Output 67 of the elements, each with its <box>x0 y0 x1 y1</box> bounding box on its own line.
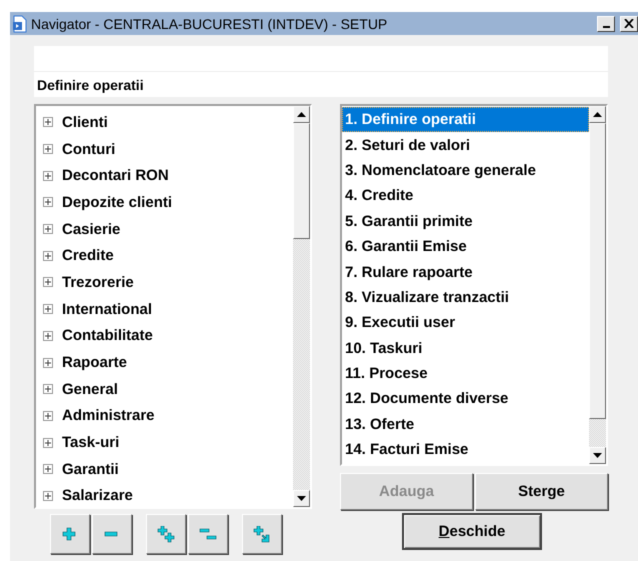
operation-item[interactable]: 6. Garantii Emise <box>342 234 589 260</box>
operation-item[interactable]: 3. Nomenclatoare generale <box>342 158 589 184</box>
tree-item[interactable]: Clienti <box>62 114 108 131</box>
operation-item[interactable]: 4. Credite <box>342 183 589 209</box>
tree-tool-button[interactable] <box>50 514 90 554</box>
expand-icon[interactable] <box>43 250 53 261</box>
operation-item[interactable]: 11. Procese <box>342 360 589 386</box>
operation-item[interactable]: 14. Facturi Emise <box>342 437 589 462</box>
tree-item[interactable]: Depozite clienti <box>62 194 172 211</box>
expand-icon[interactable] <box>43 197 53 208</box>
expand-icon[interactable] <box>43 304 53 314</box>
tree-item[interactable]: Credite <box>62 247 114 264</box>
minimize-icon <box>602 26 610 28</box>
operation-item[interactable]: 1. Definire operatii <box>342 107 589 132</box>
tree-item[interactable]: Trezorerie <box>62 274 134 291</box>
tree-item[interactable]: General <box>62 380 118 398</box>
expand-icon[interactable] <box>43 330 53 341</box>
tree-tool-button[interactable] <box>242 514 282 554</box>
operation-item[interactable]: 7. Rulare rapoarte <box>342 259 589 285</box>
minimize-button[interactable] <box>597 16 615 32</box>
tree-item[interactable]: Salarizare <box>62 487 133 504</box>
expand-icon[interactable] <box>43 170 53 181</box>
plus-arrow-icon <box>253 526 271 542</box>
tree-item[interactable]: Administrare <box>62 407 155 424</box>
close-button[interactable] <box>620 16 638 32</box>
tree-item[interactable]: International <box>62 300 152 318</box>
expand-icon[interactable] <box>43 144 53 154</box>
expand-icon[interactable] <box>43 438 53 448</box>
operation-item[interactable]: 5. Garantii primite <box>342 208 589 234</box>
tree-item[interactable]: Garantii <box>62 460 119 478</box>
open-button[interactable]: Deschide <box>402 513 542 550</box>
section-title: Definire operatii <box>34 72 608 97</box>
operation-item[interactable]: 9. Executii user <box>342 310 589 336</box>
tree-item[interactable]: Decontari RON <box>62 167 169 184</box>
tree-tool-button[interactable] <box>92 514 132 554</box>
scroll-down-icon[interactable] <box>297 496 306 501</box>
scrollbar[interactable] <box>589 106 606 464</box>
scroll-down-icon[interactable] <box>593 453 602 458</box>
double-plus-icon <box>157 526 175 542</box>
tree-item[interactable]: Contabilitate <box>62 327 153 344</box>
expand-icon[interactable] <box>43 410 53 421</box>
close-icon <box>624 19 634 28</box>
tree-item[interactable]: Rapoarte <box>62 354 128 372</box>
tree-tool-button[interactable] <box>146 514 186 554</box>
operation-item[interactable]: 10. Taskuri <box>342 336 589 361</box>
scrollbar[interactable] <box>293 106 310 507</box>
operation-item[interactable]: 12. Documente diverse <box>342 386 589 412</box>
expand-icon[interactable] <box>43 117 53 128</box>
expand-icon[interactable] <box>43 277 53 288</box>
expand-icon[interactable] <box>43 358 53 368</box>
double-minus-icon <box>199 526 217 542</box>
scroll-up-icon[interactable] <box>297 112 306 117</box>
tree-tool-button[interactable] <box>188 514 228 554</box>
expand-icon[interactable] <box>43 224 53 234</box>
tree-item[interactable]: Conturi <box>62 140 116 158</box>
action-button[interactable]: Sterge <box>475 473 608 510</box>
operation-item[interactable]: 8. Vizualizare tranzactii <box>342 284 589 310</box>
window-title: Navigator - CENTRALA-BUCURESTI (INTDEV) - SETUP <box>31 16 388 32</box>
window-icon <box>12 14 28 32</box>
operation-item[interactable]: 13. Oferte <box>342 412 589 438</box>
expand-icon[interactable] <box>43 464 53 474</box>
operation-item[interactable]: 2. Seturi de valori <box>342 132 589 158</box>
expand-icon[interactable] <box>43 490 53 501</box>
tree-item[interactable]: Casierie <box>62 220 120 238</box>
tree-item[interactable]: Task-uri <box>62 434 120 452</box>
expand-icon[interactable] <box>43 384 53 394</box>
scroll-up-icon[interactable] <box>593 112 602 117</box>
